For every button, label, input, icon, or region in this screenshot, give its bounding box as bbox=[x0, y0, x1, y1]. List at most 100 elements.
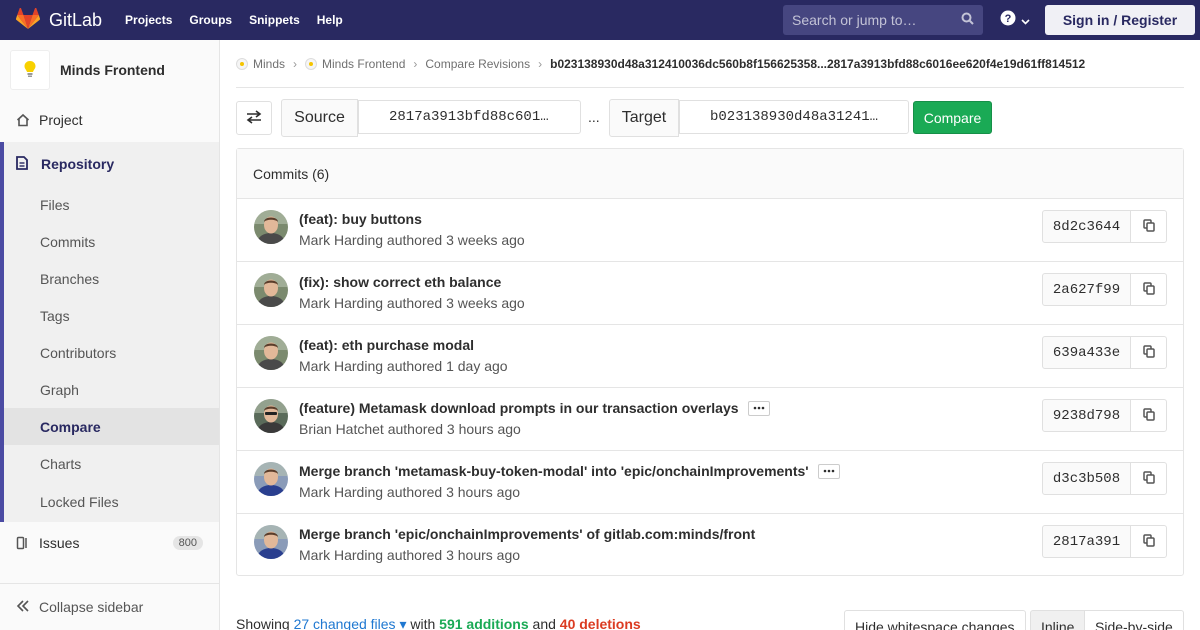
breadcrumb-project[interactable]: Minds Frontend bbox=[305, 57, 405, 71]
copy-sha-button[interactable] bbox=[1130, 525, 1167, 558]
question-icon: ? bbox=[1000, 10, 1016, 29]
ellipsis-icon[interactable] bbox=[747, 400, 770, 416]
commit-verb: authored bbox=[386, 358, 443, 374]
document-icon bbox=[16, 155, 32, 173]
swap-arrows-icon bbox=[246, 109, 262, 127]
commit-meta: Mark Harding authored 1 day ago bbox=[299, 358, 508, 374]
commit-title-link[interactable]: Merge branch 'epic/onchainImprovements' … bbox=[299, 526, 755, 542]
commit-row: (feat): eth purchase modal Mark Harding a… bbox=[237, 325, 1183, 388]
breadcrumb-group[interactable]: Minds bbox=[236, 57, 285, 71]
sign-in-button[interactable]: Sign in / Register bbox=[1045, 5, 1195, 35]
copy-icon bbox=[1142, 218, 1155, 235]
additions-count: 591 additions bbox=[439, 616, 529, 630]
hide-whitespace-button[interactable]: Hide whitespace changes bbox=[844, 610, 1026, 630]
search-input[interactable]: Search or jump to… bbox=[783, 5, 983, 35]
commit-title-link[interactable]: (feature) Metamask download prompts in o… bbox=[299, 400, 739, 416]
help-dropdown[interactable]: ? bbox=[1000, 10, 1030, 29]
sidebar-item-project[interactable]: Project bbox=[0, 100, 219, 140]
sidebar-item-files[interactable]: Files bbox=[0, 186, 219, 223]
copy-sha-button[interactable] bbox=[1130, 336, 1167, 369]
commit-author-link[interactable]: Brian Hatchet bbox=[299, 421, 384, 437]
commit-sha-link[interactable]: d3c3b508 bbox=[1042, 462, 1131, 495]
home-icon bbox=[16, 113, 32, 127]
copy-sha-button[interactable] bbox=[1130, 462, 1167, 495]
commit-sha-link[interactable]: 2a627f99 bbox=[1042, 273, 1131, 306]
copy-sha-button[interactable] bbox=[1130, 210, 1167, 243]
compare-separator: ... bbox=[588, 109, 600, 125]
svg-text:?: ? bbox=[1005, 13, 1012, 25]
commit-title-row: Merge branch 'metamask-buy-token-modal' … bbox=[299, 463, 840, 479]
sidebar-item-compare[interactable]: Compare bbox=[0, 408, 219, 445]
target-ref-dropdown[interactable]: b023138930d48a31241… bbox=[679, 100, 909, 134]
commit-title-link[interactable]: (fix): show correct eth balance bbox=[299, 274, 501, 290]
gitlab-logo-icon bbox=[15, 6, 41, 33]
sidebar-item-commits[interactable]: Commits bbox=[0, 223, 219, 260]
commit-sha-link[interactable]: 9238d798 bbox=[1042, 399, 1131, 432]
gitlab-home-link[interactable]: GitLab bbox=[15, 6, 102, 33]
author-avatar[interactable] bbox=[254, 525, 288, 559]
sidebar-repository-section: Repository Files Commits Branches Tags C… bbox=[0, 142, 219, 522]
side-by-side-view-button[interactable]: Side-by-side bbox=[1084, 610, 1184, 630]
commit-meta: Mark Harding authored 3 weeks ago bbox=[299, 295, 525, 311]
breadcrumb-current[interactable]: b023138930d48a312410036dc560b8f156625358… bbox=[550, 57, 1085, 71]
compare-button[interactable]: Compare bbox=[913, 101, 992, 134]
sidebar-item-branches[interactable]: Branches bbox=[0, 260, 219, 297]
author-avatar[interactable] bbox=[254, 462, 288, 496]
commit-sha-link[interactable]: 8d2c3644 bbox=[1042, 210, 1131, 243]
commit-title-link[interactable]: (feat): buy buttons bbox=[299, 211, 422, 227]
group-avatar bbox=[236, 57, 248, 70]
commit-verb: authored bbox=[386, 295, 443, 311]
breadcrumb: Minds › Minds Frontend › Compare Revisio… bbox=[236, 40, 1184, 88]
collapse-sidebar-button[interactable]: Collapse sidebar bbox=[0, 583, 219, 630]
commit-title-link[interactable]: (feat): eth purchase modal bbox=[299, 337, 474, 353]
breadcrumb-group-label: Minds bbox=[253, 56, 286, 71]
copy-sha-button[interactable] bbox=[1130, 273, 1167, 306]
sidebar-item-tags[interactable]: Tags bbox=[0, 297, 219, 334]
breadcrumb-section[interactable]: Compare Revisions bbox=[425, 57, 530, 71]
commit-author-link[interactable]: Mark Harding bbox=[299, 232, 383, 248]
commit-author-link[interactable]: Mark Harding bbox=[299, 547, 383, 563]
commit-title-row: (feat): buy buttons bbox=[299, 211, 422, 227]
copy-icon bbox=[1142, 470, 1155, 487]
nav-snippets[interactable]: Snippets bbox=[249, 13, 300, 27]
source-ref-dropdown[interactable]: 2817a3913bfd88c601… bbox=[358, 100, 581, 134]
author-avatar[interactable] bbox=[254, 210, 288, 244]
sidebar-item-charts[interactable]: Charts bbox=[0, 445, 219, 482]
copy-sha-button[interactable] bbox=[1130, 399, 1167, 432]
commit-author-link[interactable]: Mark Harding bbox=[299, 484, 383, 500]
author-avatar[interactable] bbox=[254, 399, 288, 433]
sidebar-item-graph[interactable]: Graph bbox=[0, 371, 219, 408]
changed-files-dropdown[interactable]: 27 changed files ▾ bbox=[294, 616, 407, 630]
commit-title-row: (fix): show correct eth balance bbox=[299, 274, 501, 290]
commit-row: (feat): buy buttons Mark Harding authored… bbox=[237, 199, 1183, 262]
swap-revisions-button[interactable] bbox=[236, 101, 272, 135]
commit-sha-link[interactable]: 639a433e bbox=[1042, 336, 1131, 369]
commit-meta: Brian Hatchet authored 3 hours ago bbox=[299, 421, 521, 437]
commit-title-link[interactable]: Merge branch 'metamask-buy-token-modal' … bbox=[299, 463, 809, 479]
nav-projects[interactable]: Projects bbox=[125, 13, 172, 27]
nav-help[interactable]: Help bbox=[317, 13, 343, 27]
author-avatar[interactable] bbox=[254, 336, 288, 370]
sidebar-item-contributors[interactable]: Contributors bbox=[0, 334, 219, 371]
changed-files-label: 27 changed files bbox=[293, 616, 396, 630]
commit-row: Merge branch 'epic/onchainImprovements' … bbox=[237, 514, 1183, 577]
sidebar-item-issues[interactable]: Issues 800 bbox=[0, 523, 219, 563]
nav-groups[interactable]: Groups bbox=[189, 13, 232, 27]
deletions-count: 40 deletions bbox=[559, 616, 641, 630]
commit-sha-link[interactable]: 2817a391 bbox=[1042, 525, 1131, 558]
sidebar-item-repository[interactable]: Repository bbox=[0, 142, 219, 186]
sidebar-project-header[interactable]: Minds Frontend bbox=[0, 40, 219, 100]
inline-view-button[interactable]: Inline bbox=[1030, 610, 1085, 630]
commit-time: 3 weeks ago bbox=[446, 232, 525, 248]
collapse-sidebar-label: Collapse sidebar bbox=[39, 599, 144, 615]
diff-summary: Showing 27 changed files ▾ with 591 addi… bbox=[236, 616, 641, 630]
sidebar-item-locked-files[interactable]: Locked Files bbox=[0, 482, 219, 522]
summary-and: and bbox=[532, 616, 556, 630]
source-label: Source bbox=[281, 99, 358, 137]
ellipsis-icon[interactable] bbox=[817, 463, 840, 479]
commit-author-link[interactable]: Mark Harding bbox=[299, 295, 383, 311]
author-avatar[interactable] bbox=[254, 273, 288, 307]
commit-author-link[interactable]: Mark Harding bbox=[299, 358, 383, 374]
summary-with: with bbox=[410, 616, 436, 630]
caret-down-icon: ▾ bbox=[399, 616, 407, 630]
